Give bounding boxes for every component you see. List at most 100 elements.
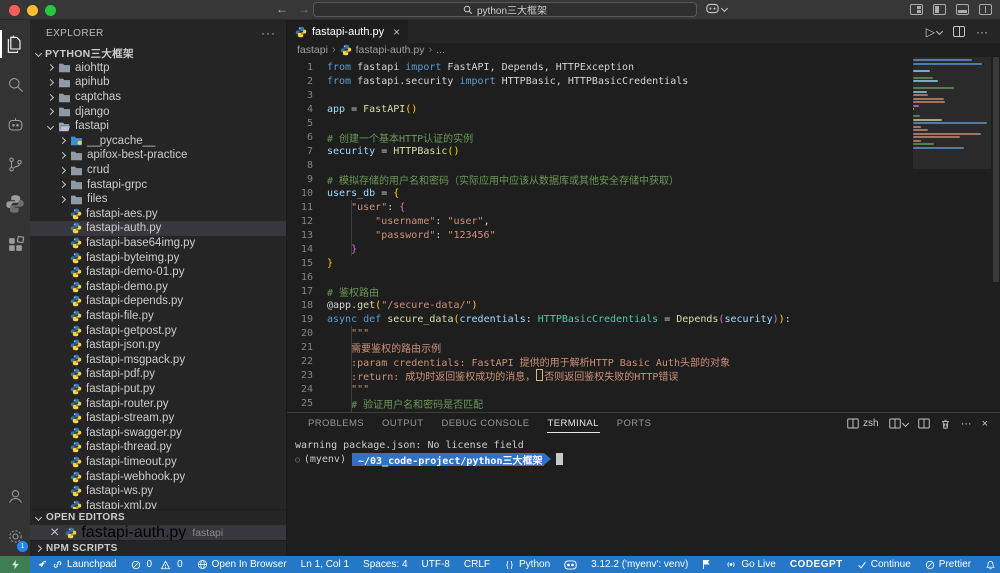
tree-item-fastapi-router-py[interactable]: fastapi-router.py bbox=[30, 396, 286, 411]
status-python-interpreter[interactable]: 3.12.2 ('myenv': venv) bbox=[584, 556, 695, 573]
panel-tab-output[interactable]: OUTPUT bbox=[373, 413, 432, 434]
tree-item-fastapi-demo-01-py[interactable]: fastapi-demo-01.py bbox=[30, 265, 286, 280]
status-go-live[interactable]: Go Live bbox=[718, 556, 782, 573]
back-icon[interactable]: ← bbox=[276, 2, 288, 16]
status-eol[interactable]: CRLF bbox=[457, 556, 497, 573]
tree-item-fastapi[interactable]: fastapi bbox=[30, 119, 286, 134]
panel-tab-terminal[interactable]: TERMINAL bbox=[539, 413, 608, 434]
status-cursor-position[interactable]: Ln 1, Col 1 bbox=[294, 556, 356, 573]
close-window-button[interactable] bbox=[9, 5, 20, 16]
close-panel-icon[interactable]: × bbox=[982, 418, 988, 430]
tree-item-fastapi-put-py[interactable]: fastapi-put.py bbox=[30, 382, 286, 397]
minimap-slider[interactable] bbox=[913, 57, 991, 169]
tree-item-fastapi-pdf-py[interactable]: fastapi-pdf.py bbox=[30, 367, 286, 382]
toggle-secondary-sidebar-icon[interactable] bbox=[979, 4, 992, 15]
tree-item-fastapi-stream-py[interactable]: fastapi-stream.py bbox=[30, 411, 286, 426]
copilot-menu-button[interactable] bbox=[706, 3, 729, 14]
status-copilot[interactable] bbox=[557, 556, 584, 573]
activity-bar-item-explorer[interactable] bbox=[0, 24, 30, 64]
breadcrumb-folder[interactable]: fastapi bbox=[297, 44, 328, 56]
terminal-profile-button[interactable]: zsh bbox=[847, 418, 879, 429]
terminal[interactable]: warning package.json: No license field ○… bbox=[287, 434, 1000, 467]
tree-item-fastapi-swagger-py[interactable]: fastapi-swagger.py bbox=[30, 425, 286, 440]
status-problems[interactable]: 00 bbox=[124, 556, 190, 573]
panel-tab-debug-console[interactable]: DEBUG CONSOLE bbox=[432, 413, 538, 434]
tree-item-aiohttp[interactable]: aiohttp bbox=[30, 61, 286, 76]
status-notifications[interactable] bbox=[978, 556, 1000, 573]
status-open-in-browser[interactable]: Open In Browser bbox=[190, 556, 294, 573]
editor-more-actions-icon[interactable]: ··· bbox=[976, 25, 988, 39]
tree-item-fastapi-webhook-py[interactable]: fastapi-webhook.py bbox=[30, 469, 286, 484]
tree-item-apifox-best-practice[interactable]: apifox-best-practice bbox=[30, 148, 286, 163]
zoom-window-button[interactable] bbox=[45, 5, 56, 16]
run-python-file-button[interactable]: ▷ bbox=[926, 25, 944, 39]
tree-item-django[interactable]: django bbox=[30, 104, 286, 119]
activity-bar-item-settings[interactable]: 1 bbox=[0, 516, 30, 556]
status-prettier[interactable]: Prettier bbox=[918, 556, 978, 573]
tree-item-fastapi-base64img-py[interactable]: fastapi-base64img.py bbox=[30, 236, 286, 251]
activity-bar-item-search[interactable] bbox=[0, 64, 30, 104]
customize-layout-icon[interactable] bbox=[910, 4, 923, 15]
command-center-search[interactable]: python三大框架 bbox=[313, 2, 697, 17]
code-editor[interactable]: 1 from fastapi import FastAPI, Depends, H… bbox=[287, 57, 1000, 412]
tree-item-fastapi-file-py[interactable]: fastapi-file.py bbox=[30, 309, 286, 324]
status-encoding[interactable]: UTF-8 bbox=[415, 556, 457, 573]
tree-item-fastapi-aes-py[interactable]: fastapi-aes.py bbox=[30, 207, 286, 222]
close-icon[interactable]: × bbox=[50, 524, 59, 542]
code-token: HTTPBasicCredentials bbox=[537, 313, 659, 325]
activity-bar-item-extensions[interactable] bbox=[0, 224, 30, 264]
tree-item-fastapi-byteimg-py[interactable]: fastapi-byteimg.py bbox=[30, 250, 286, 265]
remote-indicator[interactable] bbox=[0, 556, 30, 573]
tree-item-fastapi-getpost-py[interactable]: fastapi-getpost.py bbox=[30, 323, 286, 338]
toggle-primary-sidebar-icon[interactable] bbox=[933, 4, 946, 15]
breadcrumb-symbol[interactable]: ... bbox=[436, 44, 445, 56]
python-file-icon bbox=[70, 383, 82, 395]
activity-bar-item-chat[interactable] bbox=[0, 104, 30, 144]
tree-item-fastapi-grpc[interactable]: fastapi-grpc bbox=[30, 177, 286, 192]
status-continue[interactable]: Continue bbox=[850, 556, 918, 573]
tree-item-fastapi-ws-py[interactable]: fastapi-ws.py bbox=[30, 484, 286, 499]
breadcrumb-file[interactable]: fastapi-auth.py bbox=[356, 44, 425, 56]
bolt-icon bbox=[11, 559, 19, 570]
tree-item-files[interactable]: files bbox=[30, 192, 286, 207]
minimize-window-button[interactable] bbox=[27, 5, 38, 16]
explorer-more-actions-icon[interactable]: ··· bbox=[261, 26, 276, 40]
toggle-panel-icon[interactable] bbox=[956, 4, 969, 15]
status-formatter[interactable] bbox=[695, 556, 718, 573]
panel-tab-problems[interactable]: PROBLEMS bbox=[299, 413, 373, 434]
status-indentation[interactable]: Spaces: 4 bbox=[356, 556, 414, 573]
activity-bar-item-account[interactable] bbox=[0, 476, 30, 516]
tree-item--pycache-[interactable]: __pycache__ bbox=[30, 134, 286, 149]
tree-item-fastapi-thread-py[interactable]: fastapi-thread.py bbox=[30, 440, 286, 455]
forward-icon[interactable]: → bbox=[298, 2, 310, 16]
kill-terminal-icon[interactable] bbox=[940, 418, 951, 430]
tree-item-fastapi-demo-py[interactable]: fastapi-demo.py bbox=[30, 280, 286, 295]
tree-item-apihub[interactable]: apihub bbox=[30, 75, 286, 90]
split-editor-icon[interactable] bbox=[953, 26, 965, 37]
activity-bar-item-python[interactable] bbox=[0, 184, 30, 224]
tree-item-fastapi-json-py[interactable]: fastapi-json.py bbox=[30, 338, 286, 353]
tree-item-fastapi-auth-py[interactable]: fastapi-auth.py bbox=[30, 221, 286, 236]
tree-item-fastapi-depends-py[interactable]: fastapi-depends.py bbox=[30, 294, 286, 309]
status-launchpad[interactable]: Launchpad bbox=[30, 556, 124, 573]
chevron-icon bbox=[46, 122, 55, 130]
editor-scrollbar[interactable] bbox=[992, 57, 1000, 412]
tab-fastapi-auth[interactable]: fastapi-auth.py × bbox=[287, 20, 410, 43]
status-language-mode[interactable]: Python bbox=[497, 556, 557, 573]
panel-tab-ports[interactable]: PORTS bbox=[608, 413, 661, 434]
tree-item-crud[interactable]: crud bbox=[30, 163, 286, 178]
tree-item-captchas[interactable]: captchas bbox=[30, 90, 286, 105]
open-editor-item[interactable]: × fastapi-auth.py fastapi bbox=[30, 524, 286, 542]
status-codegpt[interactable]: CODEGPT bbox=[783, 556, 850, 573]
split-terminal-button[interactable] bbox=[888, 418, 909, 429]
tab-close-icon[interactable]: × bbox=[393, 25, 400, 39]
tree-item-fastapi-timeout-py[interactable]: fastapi-timeout.py bbox=[30, 455, 286, 470]
panel-more-actions-icon[interactable]: ··· bbox=[961, 418, 972, 430]
tree-item-fastapi-msgpack-py[interactable]: fastapi-msgpack.py bbox=[30, 352, 286, 367]
npm-scripts-header[interactable]: NPM SCRIPTS bbox=[30, 541, 286, 556]
tree-root-folder[interactable]: PYTHON三大框架 bbox=[30, 46, 286, 61]
line-number: 6 bbox=[306, 131, 313, 143]
activity-bar-item-source-control[interactable] bbox=[0, 144, 30, 184]
open-terminal-in-editor-icon[interactable] bbox=[917, 418, 930, 429]
tree-item-fastapi-xml-py[interactable]: fastapi-xml.py bbox=[30, 498, 286, 510]
